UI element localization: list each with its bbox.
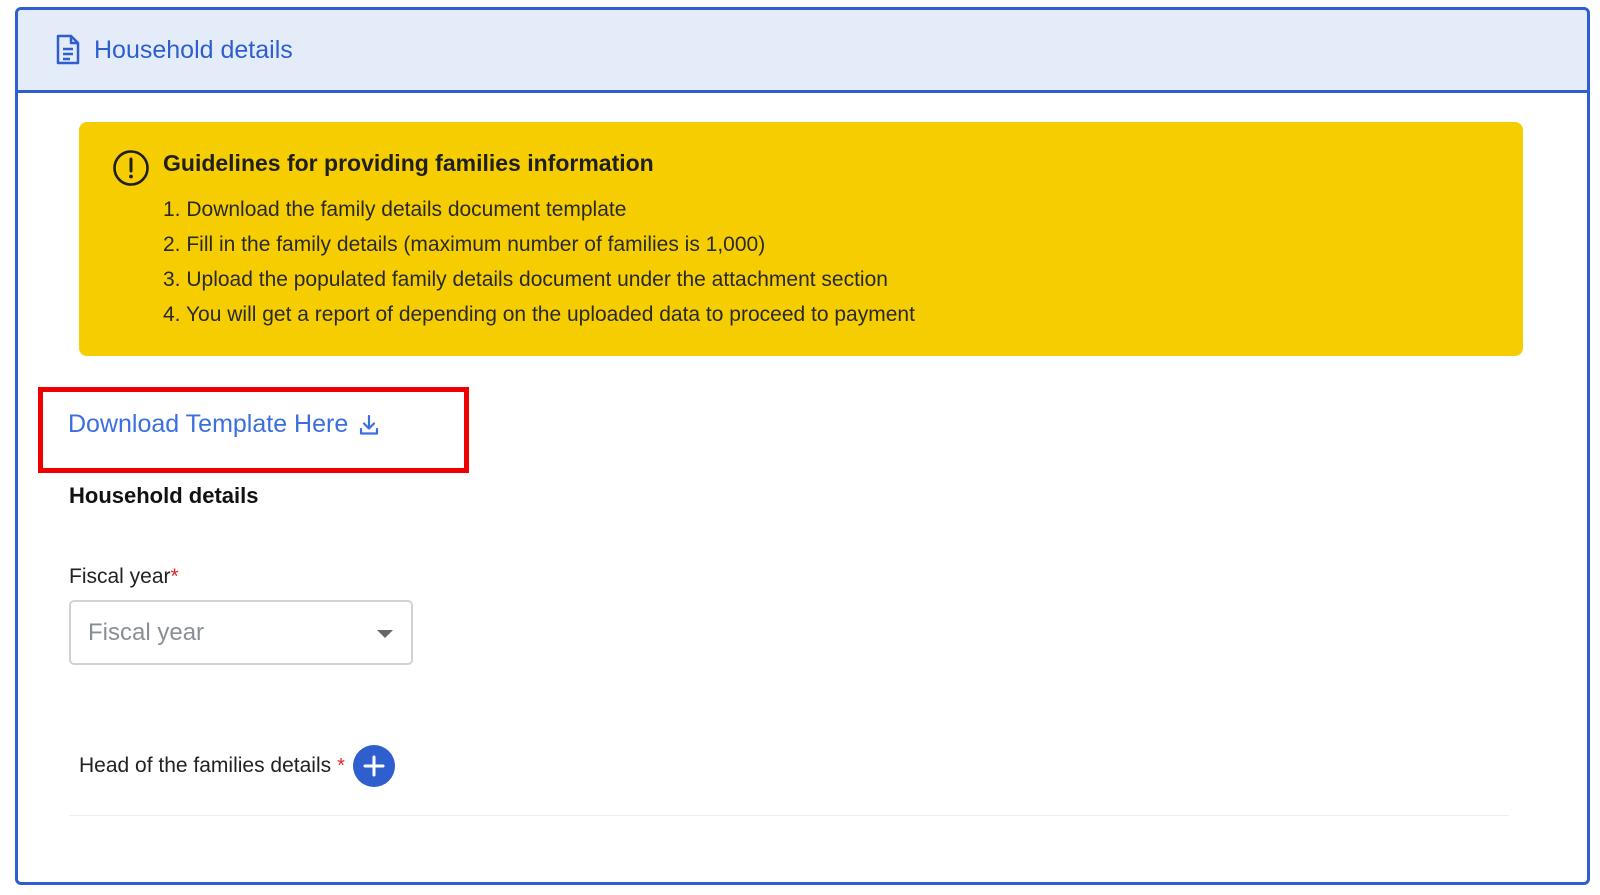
required-mark: *: [337, 754, 345, 777]
guideline-item: 1. Download the family details document …: [163, 198, 627, 221]
card-header: Household details: [18, 10, 1587, 93]
guideline-item: 2. Fill in the family details (maximum n…: [163, 233, 766, 256]
download-icon: [358, 414, 380, 436]
household-details-card: Household details Guidelines for providi…: [15, 7, 1590, 885]
guidelines-title: Guidelines for providing families inform…: [163, 150, 654, 176]
fiscal-year-select[interactable]: Fiscal year: [69, 600, 413, 665]
guideline-item: 4. You will get a report of depending on…: [163, 303, 915, 326]
fiscal-year-placeholder: Fiscal year: [88, 618, 205, 646]
guidelines-banner: Guidelines for providing families inform…: [79, 122, 1523, 356]
section-title: Household details: [69, 483, 259, 508]
heads-of-families-row: Head of the families details *: [79, 745, 395, 787]
divider: [69, 815, 1509, 816]
card-title: Household details: [94, 35, 293, 64]
alert-circle-icon: [112, 149, 150, 187]
guidelines-list: 1. Download the family details document …: [163, 196, 915, 336]
guideline-item: 3. Upload the populated family details d…: [163, 268, 888, 291]
document-icon: [54, 34, 82, 66]
download-template-label: Download Template Here: [68, 410, 349, 438]
heads-of-families-label: Head of the families details: [79, 754, 332, 777]
fiscal-year-label: Fiscal year*: [69, 565, 179, 589]
add-head-of-family-button[interactable]: [352, 745, 395, 787]
download-template-link[interactable]: Download Template Here: [68, 410, 380, 439]
fiscal-year-label-text: Fiscal year: [69, 565, 171, 588]
chevron-down-icon: [377, 630, 393, 638]
plus-icon: [363, 755, 385, 777]
required-mark: *: [170, 565, 179, 588]
